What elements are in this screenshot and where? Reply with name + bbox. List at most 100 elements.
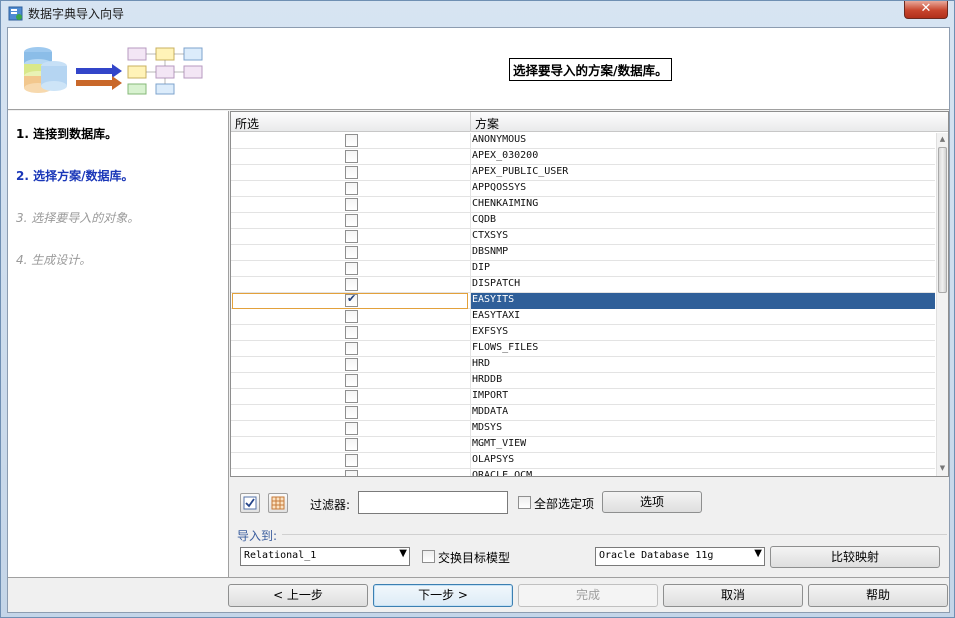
wizard-client: 选择要导入的方案/数据库。 1. 连接到数据库。 2. 选择方案/数据库。 3.… (7, 27, 950, 613)
table-row[interactable]: IMPORT (231, 389, 935, 405)
row-checkbox[interactable] (345, 406, 358, 419)
schema-table: 所选 方案 ANONYMOUS APEX_030200 APEX_PUBLIC_US… (230, 111, 949, 477)
table-row[interactable]: OLAPSYS (231, 453, 935, 469)
wizard-header: 选择要导入的方案/数据库。 (8, 28, 949, 110)
row-checkbox[interactable] (345, 310, 358, 323)
selected-row-highlight (471, 293, 935, 309)
table-row[interactable]: CTXSYS (231, 229, 935, 245)
row-checkbox[interactable] (345, 214, 358, 227)
db-version-select[interactable]: Oracle Database 11g ▼ (595, 547, 765, 566)
schema-name: DISPATCH (472, 278, 521, 289)
swap-target-label[interactable]: 交换目标模型 (438, 549, 510, 566)
schema-name: EXFSYS (472, 326, 509, 337)
row-checkbox[interactable] (345, 358, 358, 371)
options-button[interactable]: 选项 (602, 491, 702, 513)
row-checkbox[interactable] (345, 422, 358, 435)
help-button[interactable]: 帮助 (808, 584, 948, 607)
schema-name: MDDATA (472, 406, 509, 417)
row-checkbox[interactable] (345, 278, 358, 291)
check-all-button[interactable] (240, 493, 260, 513)
cell-divider (470, 261, 471, 277)
cell-divider (470, 197, 471, 213)
table-row[interactable]: CHENKAIMING (231, 197, 935, 213)
cell-divider (470, 133, 471, 149)
table-row[interactable]: DBSNMP (231, 245, 935, 261)
close-button[interactable]: ✕ (904, 1, 948, 19)
row-checkbox[interactable] (345, 470, 358, 476)
table-row[interactable]: FLOWS_FILES (231, 341, 935, 357)
row-checkbox[interactable] (345, 342, 358, 355)
table-row[interactable]: ORACLE_OCM (231, 469, 935, 476)
table-row[interactable]: APPQOSSYS (231, 181, 935, 197)
select-all-label[interactable]: 全部选定项 (534, 495, 594, 512)
table-row[interactable]: EXFSYS (231, 325, 935, 341)
table-header: 所选 方案 (231, 112, 948, 132)
cancel-button[interactable]: 取消 (663, 584, 803, 607)
table-row[interactable]: MDDATA (231, 405, 935, 421)
table-row[interactable]: DIP (231, 261, 935, 277)
vertical-scrollbar[interactable]: ▲ ▼ (936, 133, 948, 476)
row-checkbox[interactable] (345, 166, 358, 179)
target-model-select[interactable]: Relational_1 ▼ (240, 547, 410, 566)
schema-name: DBSNMP (472, 246, 509, 257)
schema-name: OLAPSYS (472, 454, 515, 465)
schema-name: IMPORT (472, 390, 509, 401)
cell-divider (470, 373, 471, 389)
table-row[interactable]: CQDB (231, 213, 935, 229)
row-checkbox[interactable] (345, 134, 358, 147)
cell-divider (470, 341, 471, 357)
uncheck-all-button[interactable] (268, 493, 288, 513)
schema-name: APEX_030200 (472, 150, 539, 161)
table-row[interactable]: APEX_PUBLIC_USER (231, 165, 935, 181)
cell-divider (470, 181, 471, 197)
next-button[interactable]: 下一步 > (373, 584, 513, 607)
steps-panel: 1. 连接到数据库。 2. 选择方案/数据库。 3. 选择要导入的对象。 4. … (8, 111, 229, 577)
row-checkbox[interactable] (345, 230, 358, 243)
column-header-selected[interactable]: 所选 (235, 115, 259, 132)
row-checkbox[interactable] (345, 150, 358, 163)
row-checkbox[interactable] (345, 326, 358, 339)
column-divider[interactable] (470, 112, 471, 132)
row-checkbox[interactable] (345, 438, 358, 451)
table-row[interactable]: ANONYMOUS (231, 133, 935, 149)
step-select-schema: 2. 选择方案/数据库。 (16, 169, 134, 183)
schema-name: DIP (472, 262, 491, 273)
schema-name: CTXSYS (472, 230, 509, 241)
cell-divider (470, 437, 471, 453)
row-checkbox[interactable] (345, 198, 358, 211)
scroll-up-icon[interactable]: ▲ (937, 135, 948, 145)
row-checkbox[interactable] (345, 262, 358, 275)
cell-divider (470, 469, 471, 476)
schema-name: CHENKAIMING (472, 198, 539, 209)
table-row[interactable]: DISPATCH (231, 277, 935, 293)
back-button[interactable]: < 上一步 (228, 584, 368, 607)
row-checkbox[interactable] (345, 374, 358, 387)
table-row[interactable]: MDSYS (231, 421, 935, 437)
db-version-value: Oracle Database 11g (599, 550, 714, 561)
schema-name: APPQOSSYS (472, 182, 527, 193)
row-checkbox[interactable] (345, 390, 358, 403)
table-row[interactable]: ✔ EASYITS (231, 292, 935, 309)
row-checkbox[interactable]: ✔ (345, 292, 358, 307)
schema-name: MGMT_VIEW (472, 438, 527, 449)
table-row[interactable]: APEX_030200 (231, 149, 935, 165)
table-row[interactable]: MGMT_VIEW (231, 437, 935, 453)
swap-target-checkbox[interactable] (422, 550, 435, 563)
row-checkbox[interactable] (345, 454, 358, 467)
column-header-schema[interactable]: 方案 (475, 115, 499, 132)
cell-divider (470, 405, 471, 421)
filter-input[interactable] (358, 491, 508, 514)
table-row[interactable]: HRD (231, 357, 935, 373)
scroll-thumb[interactable] (938, 147, 947, 293)
compare-mapping-button[interactable]: 比较映射 (770, 546, 940, 568)
filter-label: 过滤器: (310, 498, 351, 512)
checkmark-icon: ✔ (347, 292, 357, 305)
scroll-down-icon[interactable]: ▼ (937, 464, 948, 474)
row-checkbox[interactable] (345, 182, 358, 195)
row-checkbox[interactable] (345, 246, 358, 259)
table-row[interactable]: EASYTAXI (231, 309, 935, 325)
select-all-checkbox[interactable] (518, 496, 531, 509)
step-connect: 1. 连接到数据库。 (16, 127, 118, 141)
table-row[interactable]: HRDDB (231, 373, 935, 389)
schema-name: MDSYS (472, 422, 503, 433)
